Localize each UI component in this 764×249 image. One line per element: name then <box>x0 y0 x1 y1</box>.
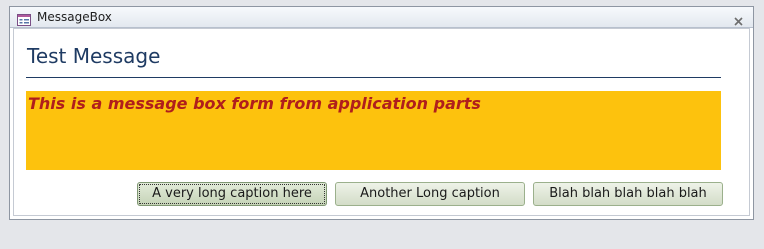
button-2[interactable]: Another Long caption <box>335 182 525 206</box>
window-title: MessageBox <box>37 10 112 24</box>
button-1[interactable]: A very long caption here <box>137 182 327 206</box>
title-bar[interactable]: MessageBox <box>10 7 753 28</box>
heading-divider <box>26 77 721 78</box>
close-icon[interactable] <box>733 12 744 26</box>
messagebox-window: MessageBox Test Message This is a messag… <box>9 6 754 220</box>
message-panel: This is a message box form from applicat… <box>26 91 721 170</box>
form-body: Test Message This is a message box form … <box>13 28 750 216</box>
button-3[interactable]: Blah blah blah blah blah <box>533 182 723 206</box>
message-text: This is a message box form from applicat… <box>28 94 481 113</box>
form-icon <box>17 11 31 26</box>
form-heading: Test Message <box>27 44 161 68</box>
